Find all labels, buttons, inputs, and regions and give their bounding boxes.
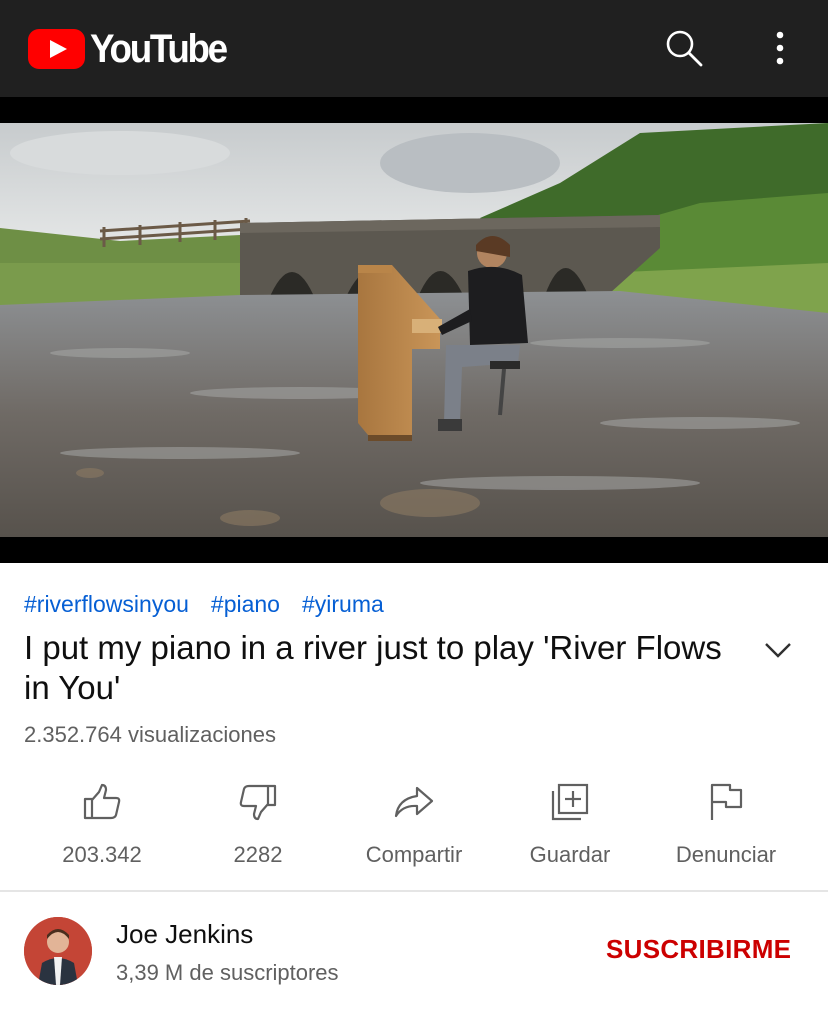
video-player[interactable] [0,97,828,563]
chevron-down-icon [765,643,791,658]
top-app-bar: YouTube [0,0,828,97]
dislike-button[interactable]: 2282 [180,776,336,876]
view-count: 2.352.764 visualizaciones [24,722,276,747]
like-count: 203.342 [62,842,142,867]
hashtag-link[interactable]: #riverflowsinyou [24,590,189,618]
dislike-count: 2282 [233,842,283,867]
youtube-play-logo-icon [28,29,85,69]
thumbs-up-icon [80,780,124,824]
save-button[interactable]: Guardar [492,776,648,876]
video-title[interactable]: I put my piano in a river just to play '… [24,628,724,708]
search-button[interactable] [660,24,708,72]
youtube-logo[interactable]: YouTube [28,29,238,69]
channel-name[interactable]: Joe Jenkins [116,919,253,949]
action-bar: 203.342 2282 Compartir Guardar Denunciar [24,776,804,876]
logo-text: YouTube [90,27,228,71]
expand-description-button[interactable] [758,630,798,670]
hashtag-list: #riverflowsinyou #piano #yiruma [24,590,384,618]
report-button[interactable]: Denunciar [648,776,804,876]
add-to-playlist-icon [548,780,592,824]
save-label: Guardar [529,842,611,867]
flag-icon [704,780,748,824]
share-label: Compartir [365,842,463,867]
more-options-button[interactable] [756,24,804,72]
thumbs-down-icon [236,780,280,824]
channel-row: Joe Jenkins 3,39 M de suscriptores SUSCR… [0,892,828,1009]
search-icon [666,30,703,67]
hashtag-link[interactable]: #yiruma [302,590,384,618]
report-label: Denunciar [675,842,777,867]
channel-avatar[interactable] [24,917,92,985]
subscriber-count: 3,39 M de suscriptores [116,960,339,985]
more-vertical-icon [776,31,784,65]
subscribe-button[interactable]: SUSCRIBIRME [606,934,791,964]
hashtag-link[interactable]: #piano [211,590,280,618]
share-icon [392,780,436,824]
video-frame-image [0,123,828,537]
like-button[interactable]: 203.342 [24,776,180,876]
share-button[interactable]: Compartir [336,776,492,876]
